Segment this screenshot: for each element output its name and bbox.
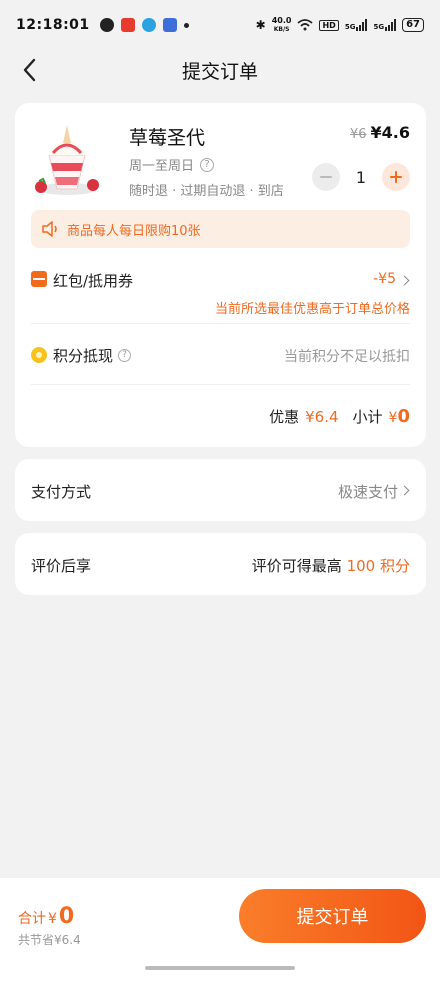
total-line: 合计 ¥ 0: [18, 904, 81, 929]
points-label-wrap: 积分抵现 ?: [53, 345, 132, 366]
purchase-limit-text: 商品每人每日限购10张: [67, 223, 201, 239]
product-schedule: 周一至周日 ?: [129, 155, 215, 174]
price-block: ¥6 ¥4.6: [350, 123, 410, 142]
signal-icon: [385, 19, 397, 31]
subtotal-value: 0: [397, 406, 410, 427]
signal-2: 5G: [373, 19, 397, 31]
payment-method-row[interactable]: 支付方式 极速支付: [15, 459, 426, 521]
status-bar: 12:18:01 ✱ 40.0 KB/S HD 5G 5G 67: [0, 0, 440, 50]
order-card: 草莓圣代 周一至周日 ? 随时退 · 过期自动退 · 到店 ¥6 ¥4.6 1 …: [15, 103, 426, 447]
signal-label: 5G: [373, 23, 385, 31]
discount-value: ¥6.4: [305, 408, 339, 426]
schedule-text: 周一至周日: [129, 159, 195, 174]
app-red-icon: [120, 18, 135, 32]
bluetooth-icon: ✱: [255, 18, 266, 32]
product-image: [35, 125, 99, 195]
points-row: 积分抵现 ? 当前积分不足以抵扣: [31, 343, 410, 373]
decrease-quantity-button[interactable]: [311, 163, 340, 191]
coupon-value: -¥5: [373, 271, 396, 287]
nav-bar: 提交订单: [0, 50, 440, 90]
total-currency: ¥: [48, 911, 57, 927]
payment-label: 支付方式: [31, 483, 92, 501]
product-policy: 随时退 · 过期自动退 · 到店: [129, 184, 284, 199]
chevron-right-icon: [399, 485, 410, 496]
net-speed: 40.0 KB/S: [271, 15, 292, 34]
speaker-icon: [42, 221, 57, 237]
points-note: 当前积分不足以抵扣: [284, 349, 410, 365]
notification-icons: [99, 18, 189, 32]
divider: [31, 384, 410, 385]
wechat-icon: [99, 18, 114, 32]
order-summary: 优惠 ¥6.4 小计 ¥ 0: [269, 406, 410, 427]
review-prefix: 评价可得最高: [251, 557, 342, 575]
total-block: 合计 ¥ 0 共节省¥6.4: [18, 904, 81, 948]
purchase-limit-banner: 商品每人每日限购10张: [31, 210, 410, 248]
payment-value: 极速支付: [337, 483, 398, 501]
hd-badge: HD: [319, 19, 339, 31]
increase-quantity-button[interactable]: [382, 163, 410, 191]
page-title: 提交订单: [181, 60, 258, 83]
coupon-icon: [31, 271, 47, 287]
home-indicator[interactable]: [145, 966, 295, 970]
battery-icon: 67: [402, 18, 424, 32]
points-coin-icon: [31, 347, 47, 363]
coupon-row[interactable]: 红包/抵用券 -¥5 当前所选最佳优惠高于订单总价格: [31, 268, 410, 326]
coupon-label: 红包/抵用券: [53, 272, 134, 290]
signal-label: 5G: [344, 23, 356, 31]
chevron-right-icon: [399, 275, 410, 286]
total-value: 0: [58, 904, 75, 929]
total-label: 合计: [18, 911, 46, 927]
signal-1: 5G: [345, 19, 368, 31]
subtotal-label: 小计: [352, 408, 383, 426]
coupon-note: 当前所选最佳优惠高于订单总价格: [214, 302, 410, 317]
status-time: 12:18:01: [16, 17, 90, 33]
review-reward-row: 评价后享 评价可得最高 100 积分: [15, 533, 426, 595]
original-price: ¥6: [349, 127, 367, 142]
help-icon[interactable]: ?: [118, 349, 132, 362]
subtotal-currency: ¥: [388, 410, 398, 426]
current-price: ¥4.6: [370, 123, 410, 142]
quantity-stepper: 1: [311, 163, 410, 191]
review-reward: 评价可得最高 100 积分: [252, 555, 410, 576]
status-right: ✱ 40.0 KB/S HD 5G 5G 67: [255, 15, 424, 34]
net-speed-unit: KB/S: [273, 25, 290, 33]
signal-icon: [356, 19, 368, 31]
net-speed-value: 40.0: [271, 15, 292, 25]
bottom-bar: 合计 ¥ 0 共节省¥6.4 提交订单: [0, 878, 440, 984]
submit-order-button[interactable]: 提交订单: [239, 889, 426, 943]
review-points: 100 积分: [346, 557, 410, 575]
review-label: 评价后享: [31, 557, 92, 575]
more-dot-icon: [183, 22, 189, 28]
savings-text: 共节省¥6.4: [18, 933, 81, 947]
help-icon[interactable]: ?: [200, 157, 215, 172]
quantity-value: 1: [355, 167, 366, 187]
wifi-icon: [297, 19, 314, 31]
divider: [31, 323, 410, 324]
app-blue-icon: [162, 18, 177, 32]
points-label: 积分抵现: [53, 347, 114, 365]
discount-label: 优惠: [269, 408, 300, 426]
product-name: 草莓圣代: [129, 127, 206, 149]
back-arrow-icon[interactable]: [20, 56, 40, 84]
telegram-icon: [141, 18, 156, 32]
